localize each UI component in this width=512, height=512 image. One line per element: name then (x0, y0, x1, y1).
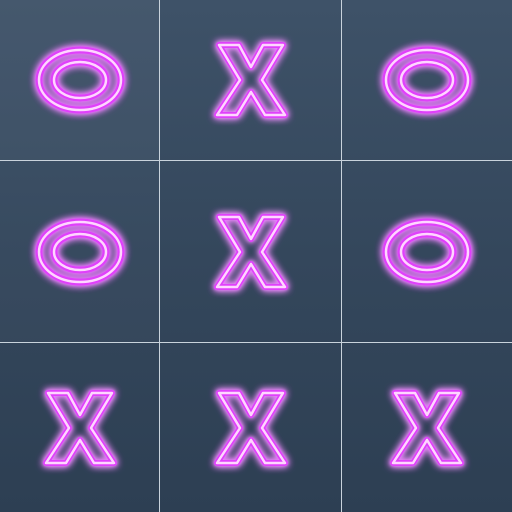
x-mark-icon: X (389, 389, 465, 467)
board-cell-5[interactable]: X (160, 161, 342, 343)
o-mark-icon: O (35, 218, 124, 285)
board-cell-6[interactable]: O (342, 161, 512, 343)
board-cell-9[interactable]: X (342, 343, 512, 512)
board-cell-4[interactable]: O (0, 161, 160, 343)
x-mark-icon: X (213, 213, 289, 291)
board-cell-1[interactable]: O (0, 0, 160, 161)
game-board: O X O O X O X X X (0, 0, 512, 512)
board-cell-3[interactable]: O (342, 0, 512, 161)
board-cell-8[interactable]: X (160, 343, 342, 512)
x-mark-icon: X (213, 41, 289, 119)
o-mark-icon: O (35, 46, 124, 114)
x-mark-icon: X (42, 389, 118, 467)
board-cell-2[interactable]: X (160, 0, 342, 161)
board-cell-7[interactable]: X (0, 343, 160, 512)
x-mark-icon: X (213, 389, 289, 467)
o-mark-icon: O (382, 218, 472, 285)
o-mark-icon: O (382, 46, 472, 114)
